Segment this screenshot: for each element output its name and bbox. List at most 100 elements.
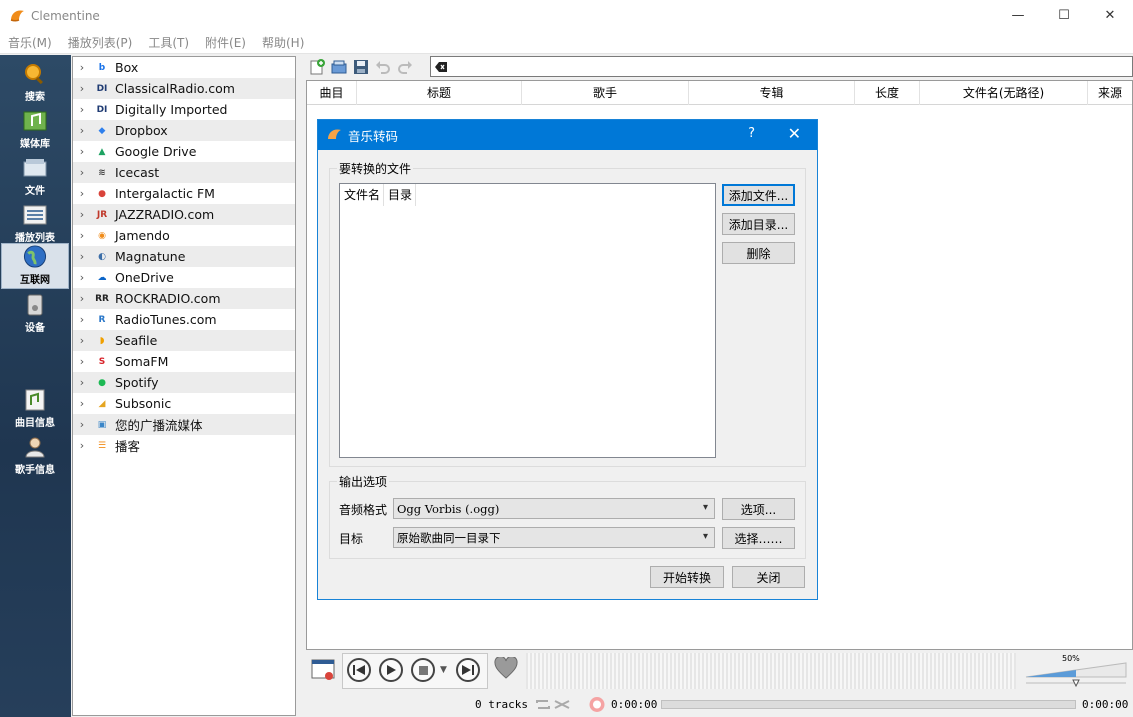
column-album[interactable]: 专辑 bbox=[689, 81, 855, 105]
expand-chevron-icon[interactable]: › bbox=[73, 208, 91, 221]
stop-options-chevron-icon[interactable]: ▼ bbox=[440, 665, 447, 675]
menu-tools[interactable]: 工具(T) bbox=[140, 34, 197, 51]
tree-item-spotify[interactable]: › ● Spotify bbox=[73, 372, 295, 393]
sidebar-item-playlists[interactable]: 播放列表 bbox=[1, 200, 69, 246]
sidebar-item-internet[interactable]: 互联网 bbox=[1, 243, 69, 289]
expand-chevron-icon[interactable]: › bbox=[73, 250, 91, 263]
new-playlist-button[interactable] bbox=[306, 57, 328, 77]
undo-button[interactable] bbox=[372, 57, 394, 77]
expand-chevron-icon[interactable]: › bbox=[73, 82, 91, 95]
expand-chevron-icon[interactable]: › bbox=[73, 187, 91, 200]
menu-extras[interactable]: 附件(E) bbox=[197, 34, 254, 51]
playlist-filter-input[interactable] bbox=[430, 56, 1133, 77]
sidebar-item-library[interactable]: 媒体库 bbox=[1, 106, 69, 152]
expand-chevron-icon[interactable]: › bbox=[73, 292, 91, 305]
sidebar-item-song-info[interactable]: 曲目信息 bbox=[1, 385, 69, 431]
column-track[interactable]: 曲目 bbox=[307, 81, 357, 105]
sidebar-item-files[interactable]: 文件 bbox=[1, 153, 69, 199]
tree-item-digitally-imported[interactable]: › DI Digitally Imported bbox=[73, 99, 295, 120]
close-dialog-button[interactable]: 关闭 bbox=[732, 566, 805, 588]
start-transcoding-button[interactable]: 开始转换 bbox=[650, 566, 724, 588]
column-length[interactable]: 长度 bbox=[855, 81, 920, 105]
column-source[interactable]: 来源 bbox=[1088, 81, 1132, 105]
seek-slider[interactable] bbox=[661, 700, 1076, 709]
tree-item-dropbox[interactable]: › ◆ Dropbox bbox=[73, 120, 295, 141]
column-title[interactable]: 标题 bbox=[357, 81, 522, 105]
sidebar-item-devices[interactable]: 设备 bbox=[1, 290, 69, 336]
files-list[interactable]: 文件名 目录 bbox=[339, 183, 716, 458]
tree-item-your-radio-streams[interactable]: › ▣ 您的广播流媒体 bbox=[73, 414, 295, 435]
add-files-button[interactable]: 添加文件... bbox=[722, 184, 795, 206]
love-button[interactable] bbox=[494, 655, 518, 682]
clear-filter-icon[interactable] bbox=[435, 61, 447, 72]
tree-item-jamendo[interactable]: › ◉ Jamendo bbox=[73, 225, 295, 246]
tree-item-classicalradio[interactable]: › DI ClassicalRadio.com bbox=[73, 78, 295, 99]
tree-item-seafile[interactable]: › ◗ Seafile bbox=[73, 330, 295, 351]
tree-item-label: Magnatune bbox=[115, 249, 186, 264]
close-window-button[interactable]: ✕ bbox=[1087, 0, 1133, 31]
expand-chevron-icon[interactable]: › bbox=[73, 103, 91, 116]
menu-music[interactable]: 音乐(M) bbox=[0, 34, 60, 51]
save-playlist-button[interactable] bbox=[350, 57, 372, 77]
tree-item-onedrive[interactable]: › ☁ OneDrive bbox=[73, 267, 295, 288]
remove-button[interactable]: 删除 bbox=[722, 242, 795, 264]
minimize-button[interactable]: — bbox=[995, 0, 1041, 31]
expand-chevron-icon[interactable]: › bbox=[73, 124, 91, 137]
destination-select[interactable]: 原始歌曲同一目录下 ▾ bbox=[393, 527, 715, 548]
tree-item-radiotunes[interactable]: › R RadioTunes.com bbox=[73, 309, 295, 330]
expand-chevron-icon[interactable]: › bbox=[73, 439, 91, 452]
pane-splitter[interactable] bbox=[298, 56, 306, 716]
expand-chevron-icon[interactable]: › bbox=[73, 313, 91, 326]
expand-chevron-icon[interactable]: › bbox=[73, 418, 91, 431]
load-playlist-button[interactable] bbox=[328, 57, 350, 77]
column-filename[interactable]: 文件名(无路径) bbox=[920, 81, 1088, 105]
menu-help[interactable]: 帮助(H) bbox=[254, 34, 312, 51]
scrobble-icon[interactable] bbox=[588, 696, 606, 713]
expand-chevron-icon[interactable]: › bbox=[73, 271, 91, 284]
dialog-help-button[interactable]: ? bbox=[748, 126, 755, 141]
tree-item-subsonic[interactable]: › ◢ Subsonic bbox=[73, 393, 295, 414]
sidebar-item-artist-info[interactable]: 歌手信息 bbox=[1, 432, 69, 478]
previous-track-button[interactable] bbox=[347, 658, 371, 682]
expand-chevron-icon[interactable]: › bbox=[73, 166, 91, 179]
maximize-button[interactable]: ☐ bbox=[1041, 0, 1087, 31]
volume-slider[interactable]: 50% bbox=[1022, 654, 1128, 689]
add-directory-button[interactable]: 添加目录... bbox=[722, 213, 795, 235]
audio-format-select[interactable]: Ogg Vorbis (.ogg) ▾ bbox=[393, 498, 715, 519]
tree-item-intergalactic-fm[interactable]: › ● Intergalactic FM bbox=[73, 183, 295, 204]
now-playing-art-button[interactable] bbox=[310, 657, 336, 683]
tree-item-box[interactable]: › b Box bbox=[73, 57, 295, 78]
radio-streams-icon: ▣ bbox=[97, 419, 107, 430]
sidebar-item-search[interactable]: 搜索 bbox=[1, 59, 69, 105]
tree-item-podcasts[interactable]: › ☰ 播客 bbox=[73, 435, 295, 456]
play-button[interactable] bbox=[379, 658, 403, 682]
tree-item-magnatune[interactable]: › ◐ Magnatune bbox=[73, 246, 295, 267]
shuffle-icon[interactable] bbox=[554, 698, 570, 711]
spectrum-analyzer[interactable] bbox=[526, 653, 1016, 689]
list-column-directory[interactable]: 目录 bbox=[384, 184, 416, 206]
expand-chevron-icon[interactable]: › bbox=[73, 397, 91, 410]
expand-chevron-icon[interactable]: › bbox=[73, 355, 91, 368]
tree-item-somafm[interactable]: › S SomaFM bbox=[73, 351, 295, 372]
repeat-icon[interactable] bbox=[535, 698, 551, 711]
list-column-filename[interactable]: 文件名 bbox=[340, 184, 384, 206]
tree-item-google-drive[interactable]: › ▲ Google Drive bbox=[73, 141, 295, 162]
tree-item-label: Google Drive bbox=[115, 144, 197, 159]
expand-chevron-icon[interactable]: › bbox=[73, 145, 91, 158]
tree-item-jazzradio[interactable]: › JR JAZZRADIO.com bbox=[73, 204, 295, 225]
tree-item-rockradio[interactable]: › RR ROCKRADIO.com bbox=[73, 288, 295, 309]
column-artist[interactable]: 歌手 bbox=[522, 81, 689, 105]
dialog-close-button[interactable]: ✕ bbox=[788, 124, 801, 143]
format-options-button[interactable]: 选项... bbox=[722, 498, 795, 520]
choose-destination-button[interactable]: 选择…… bbox=[722, 527, 795, 549]
tree-item-icecast[interactable]: › ≋ Icecast bbox=[73, 162, 295, 183]
expand-chevron-icon[interactable]: › bbox=[73, 376, 91, 389]
total-time: 0:00:00 bbox=[1082, 698, 1129, 711]
stop-button[interactable] bbox=[411, 658, 435, 682]
expand-chevron-icon[interactable]: › bbox=[73, 334, 91, 347]
expand-chevron-icon[interactable]: › bbox=[73, 61, 91, 74]
redo-button[interactable] bbox=[394, 57, 416, 77]
menu-playlist[interactable]: 播放列表(P) bbox=[60, 34, 141, 51]
next-track-button[interactable] bbox=[456, 658, 480, 682]
expand-chevron-icon[interactable]: › bbox=[73, 229, 91, 242]
